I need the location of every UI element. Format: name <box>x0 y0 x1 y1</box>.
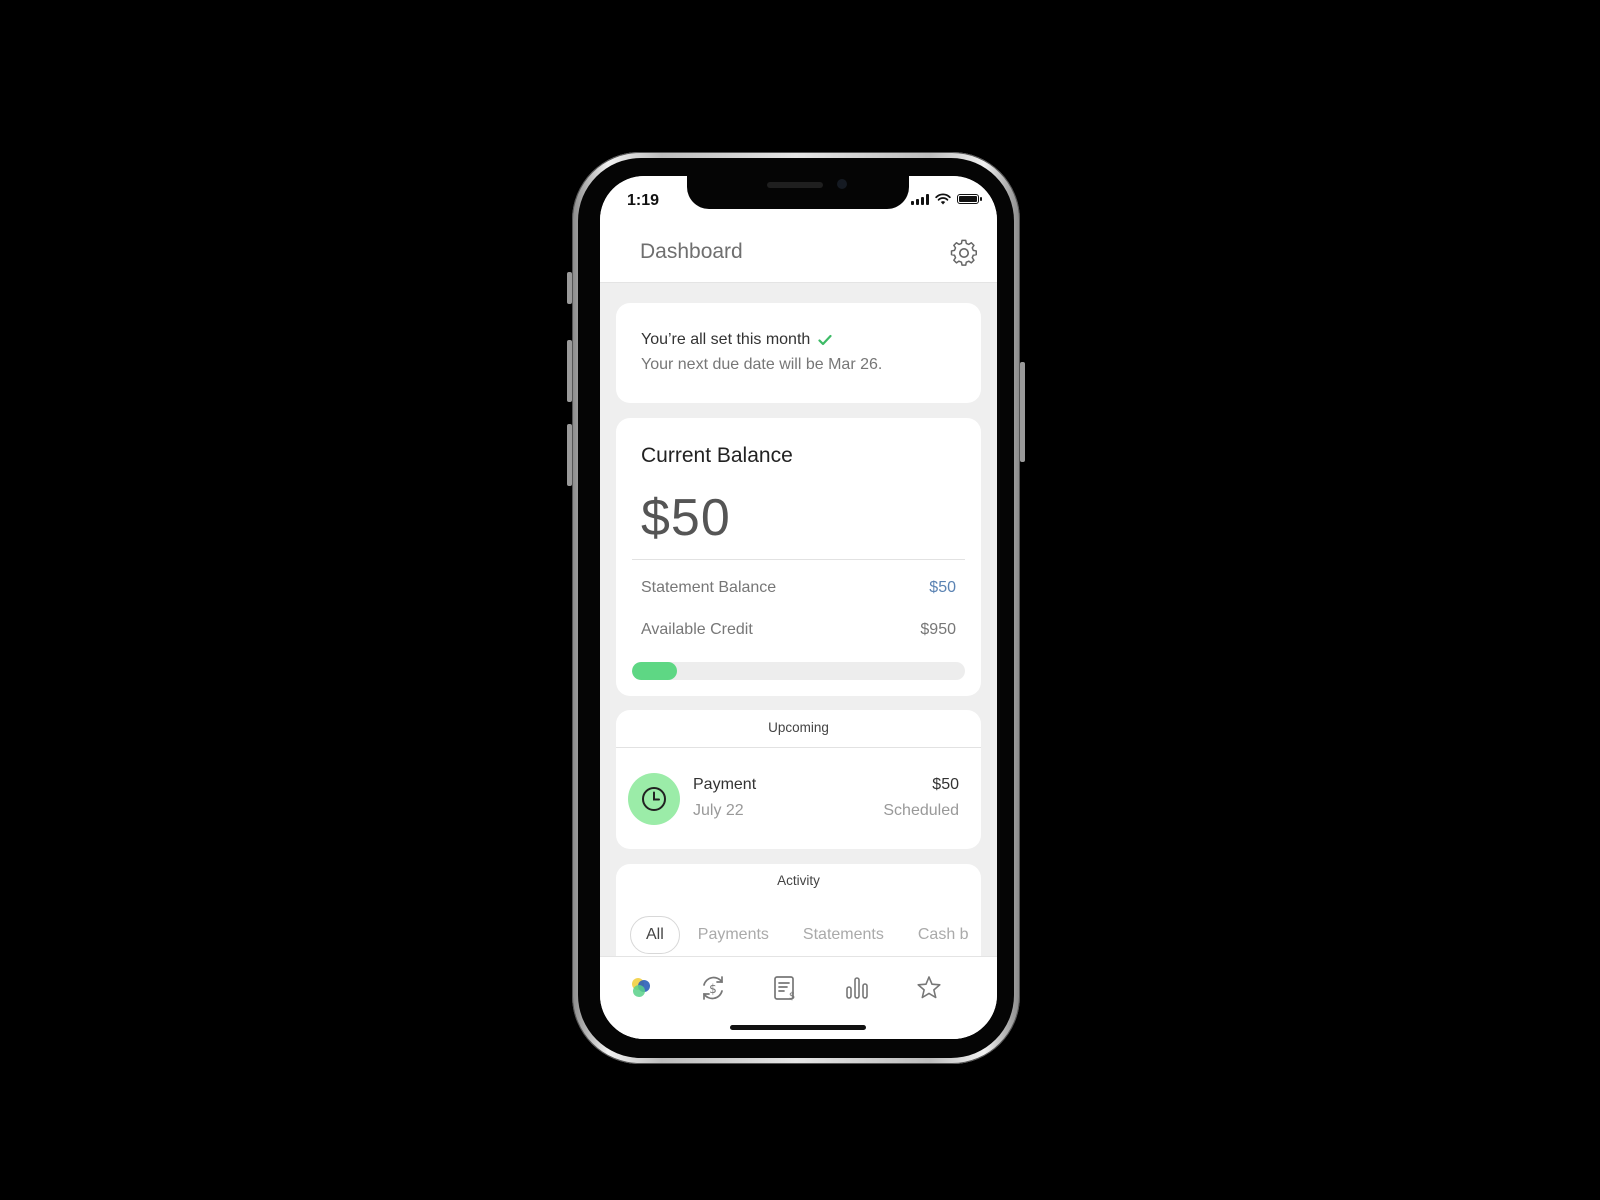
payment-status: Scheduled <box>883 802 959 819</box>
available-credit-label: Available Credit <box>641 621 753 638</box>
phone-screen: 1:19 Dashboard You’re all set this month… <box>600 176 997 1039</box>
status-title: You’re all set this month <box>641 331 832 349</box>
tab-payments[interactable]: Payments <box>698 926 769 944</box>
payment-status-card: You’re all set this month Your next due … <box>616 303 981 403</box>
statements-icon[interactable]: $ <box>770 973 800 1003</box>
wifi-icon <box>935 193 951 205</box>
credit-usage-bar <box>632 662 965 680</box>
status-title-text: You’re all set this month <box>641 331 811 348</box>
status-time: 1:19 <box>627 192 660 209</box>
app-header: Dashboard <box>600 224 997 283</box>
payment-date: July 22 <box>693 802 744 819</box>
mute-switch <box>567 272 572 304</box>
home-logo-icon[interactable] <box>626 973 656 1003</box>
statement-balance-value[interactable]: $50 <box>929 579 956 597</box>
divider <box>616 747 981 748</box>
insights-chart-icon[interactable] <box>842 973 872 1003</box>
activity-label: Activity <box>777 873 820 888</box>
battery-icon <box>957 194 982 204</box>
current-balance-title: Current Balance <box>641 444 793 467</box>
rewards-star-icon[interactable] <box>914 973 944 1003</box>
home-indicator[interactable] <box>730 1025 866 1030</box>
svg-text:$: $ <box>709 982 717 996</box>
power-button <box>1020 362 1025 462</box>
signal-icon <box>911 193 929 205</box>
bottom-tab-bar: $ $ <box>600 956 997 1039</box>
upcoming-card: Upcoming Payment July 22 $50 Scheduled <box>616 710 981 849</box>
activity-filter-tabs: All Payments Statements Cash b <box>630 916 975 954</box>
payment-cycle-icon[interactable]: $ <box>698 973 728 1003</box>
status-icons <box>911 193 982 205</box>
checkmark-icon <box>818 334 832 346</box>
volume-down-button <box>567 424 572 486</box>
notch <box>687 176 909 209</box>
payment-title[interactable]: Payment <box>693 776 756 794</box>
page-title: Dashboard <box>640 240 743 263</box>
front-camera <box>837 179 847 189</box>
tab-all[interactable]: All <box>630 916 680 954</box>
svg-text:$: $ <box>789 991 795 1002</box>
clock-icon <box>628 773 680 825</box>
speaker <box>767 182 823 188</box>
credit-usage-fill <box>632 662 677 680</box>
tab-cash-back[interactable]: Cash b <box>918 926 969 944</box>
available-credit-value: $950 <box>920 621 956 638</box>
gear-icon[interactable] <box>949 238 979 268</box>
payment-amount: $50 <box>932 776 959 793</box>
volume-up-button <box>567 340 572 402</box>
upcoming-label: Upcoming <box>768 720 829 735</box>
statement-balance-label: Statement Balance <box>641 579 777 596</box>
balance-card[interactable]: Current Balance $50 Statement Balance $5… <box>616 418 981 696</box>
tab-statements[interactable]: Statements <box>803 926 884 944</box>
next-due-date-text: Your next due date will be Mar 26. <box>641 356 883 373</box>
current-balance-amount: $50 <box>641 489 731 547</box>
divider <box>632 559 965 560</box>
